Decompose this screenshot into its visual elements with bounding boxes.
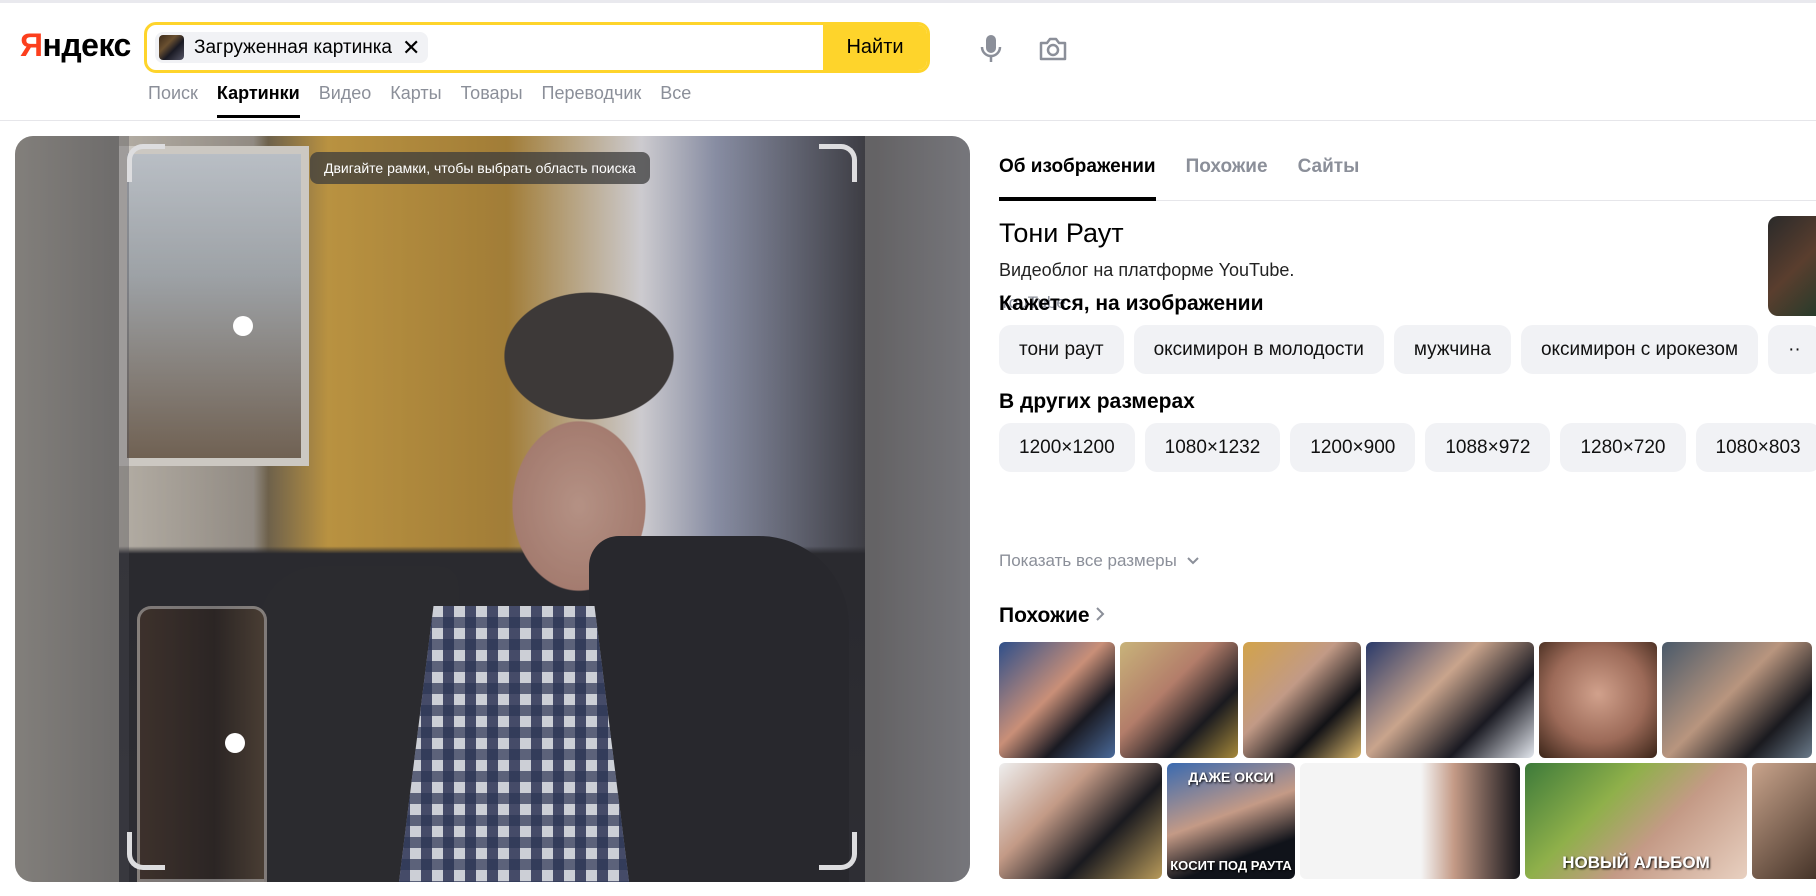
similar-row-2: ДАЖЕ ОКСИ КОСИТ ПОД РАУТА НОВЫЙ АЛЬБОМ [999, 763, 1816, 879]
object-point[interactable] [233, 316, 253, 336]
chevron-down-icon [1186, 557, 1199, 565]
photo-shirt [399, 606, 629, 882]
nav-images[interactable]: Картинки [216, 83, 300, 118]
similar-image[interactable] [1539, 642, 1657, 758]
similar-row-1 [999, 642, 1812, 758]
nav-translator[interactable]: Переводчик [542, 83, 642, 118]
tag-chip[interactable]: тони раут [999, 325, 1124, 374]
close-icon[interactable]: ✕ [402, 36, 420, 59]
yandex-logo[interactable]: Яндекс [20, 27, 131, 64]
thumb-caption: НОВЫЙ АЛЬБОМ [1562, 853, 1710, 872]
entity-description: Видеоблог на платформе YouTube. [999, 260, 1295, 280]
sizes-list: 1200×1200 1080×1232 1200×900 1088×972 12… [999, 423, 1816, 472]
wall-painting [119, 146, 309, 466]
search-nav: Поиск Картинки Видео Карты Товары Перево… [148, 83, 691, 118]
results-tabs: Об изображении Похожие Сайты [999, 136, 1816, 201]
show-all-sizes-link[interactable]: Показать все размеры [999, 551, 1200, 571]
tab-sites[interactable]: Сайты [1298, 136, 1360, 200]
photo-jacket-right [589, 536, 849, 882]
size-chip[interactable]: 1200×900 [1290, 423, 1416, 472]
tab-about-image[interactable]: Об изображении [999, 136, 1156, 201]
entity-title[interactable]: Тони Раут [999, 218, 1124, 249]
nav-products[interactable]: Товары [461, 83, 523, 118]
size-chip[interactable]: 1088×972 [1425, 423, 1551, 472]
similar-image[interactable] [1662, 642, 1812, 758]
search-input[interactable] [428, 25, 823, 70]
tab-similar[interactable]: Похожие [1186, 136, 1268, 200]
crop-handle-top-left[interactable] [127, 144, 165, 182]
size-chip[interactable]: 1080×803 [1695, 423, 1816, 472]
search-bar: Загруженная картинка ✕ Найти [144, 22, 930, 73]
object-point[interactable] [225, 733, 245, 753]
microphone-icon[interactable] [978, 33, 1004, 65]
tags-list: тони раут оксимирон в молодости мужчина … [999, 325, 1816, 374]
camera-icon[interactable] [1038, 35, 1068, 63]
crop-handle-bottom-left[interactable] [127, 832, 165, 870]
thumb-caption: КОСИТ ПОД РАУТА [1170, 858, 1292, 873]
tag-chip[interactable]: мужчина [1393, 325, 1511, 374]
uploaded-image-label: Загруженная картинка [194, 36, 392, 58]
crop-hint: Двигайте рамки, чтобы выбрать область по… [310, 152, 650, 184]
uploaded-image-thumbnail [159, 35, 184, 60]
crop-shade [119, 136, 129, 882]
nav-maps[interactable]: Карты [390, 83, 441, 118]
similar-image[interactable] [999, 763, 1162, 879]
chevron-right-icon [1096, 607, 1105, 621]
entity-thumbnail[interactable] [1768, 216, 1816, 316]
more-tags-button[interactable]: ·· [1768, 325, 1816, 374]
similar-image[interactable] [999, 642, 1115, 758]
nav-video[interactable]: Видео [319, 83, 372, 118]
similar-image[interactable]: ДАЖЕ ОКСИ КОСИТ ПОД РАУТА [1167, 763, 1295, 879]
size-chip[interactable]: 1080×1232 [1144, 423, 1281, 472]
search-button[interactable]: Найти [823, 25, 927, 70]
crop-handle-top-right[interactable] [819, 144, 857, 182]
sizes-title: В других размерах [999, 390, 1195, 413]
similar-image[interactable] [1300, 763, 1520, 879]
crop-handle-bottom-right[interactable] [819, 832, 857, 870]
size-chip[interactable]: 1200×1200 [999, 423, 1135, 472]
similar-image[interactable] [1752, 763, 1816, 879]
nav-all[interactable]: Все [660, 83, 691, 118]
similar-image[interactable] [1120, 642, 1238, 758]
similar-image[interactable]: НОВЫЙ АЛЬБОМ [1525, 763, 1747, 879]
image-viewer: Двигайте рамки, чтобы выбрать область по… [15, 136, 970, 882]
size-chip[interactable]: 1280×720 [1560, 423, 1686, 472]
results-panel: Об изображении Похожие Сайты Тони Раут В… [982, 136, 1816, 896]
tags-title: Кажется, на изображении [999, 292, 1264, 315]
uploaded-image-chip[interactable]: Загруженная картинка ✕ [155, 32, 429, 63]
similar-image[interactable] [1243, 642, 1361, 758]
uploaded-photo [119, 136, 865, 882]
thumb-caption: ДАЖЕ ОКСИ [1188, 769, 1274, 785]
header: Яндекс Загруженная картинка ✕ Найти Поис… [0, 3, 1816, 121]
nav-search[interactable]: Поиск [148, 83, 198, 118]
tag-chip[interactable]: оксимирон с ирокезом [1520, 325, 1759, 374]
tag-chip[interactable]: оксимирон в молодости [1133, 325, 1384, 374]
similar-title[interactable]: Похожие [999, 604, 1105, 628]
similar-image[interactable] [1366, 642, 1534, 758]
